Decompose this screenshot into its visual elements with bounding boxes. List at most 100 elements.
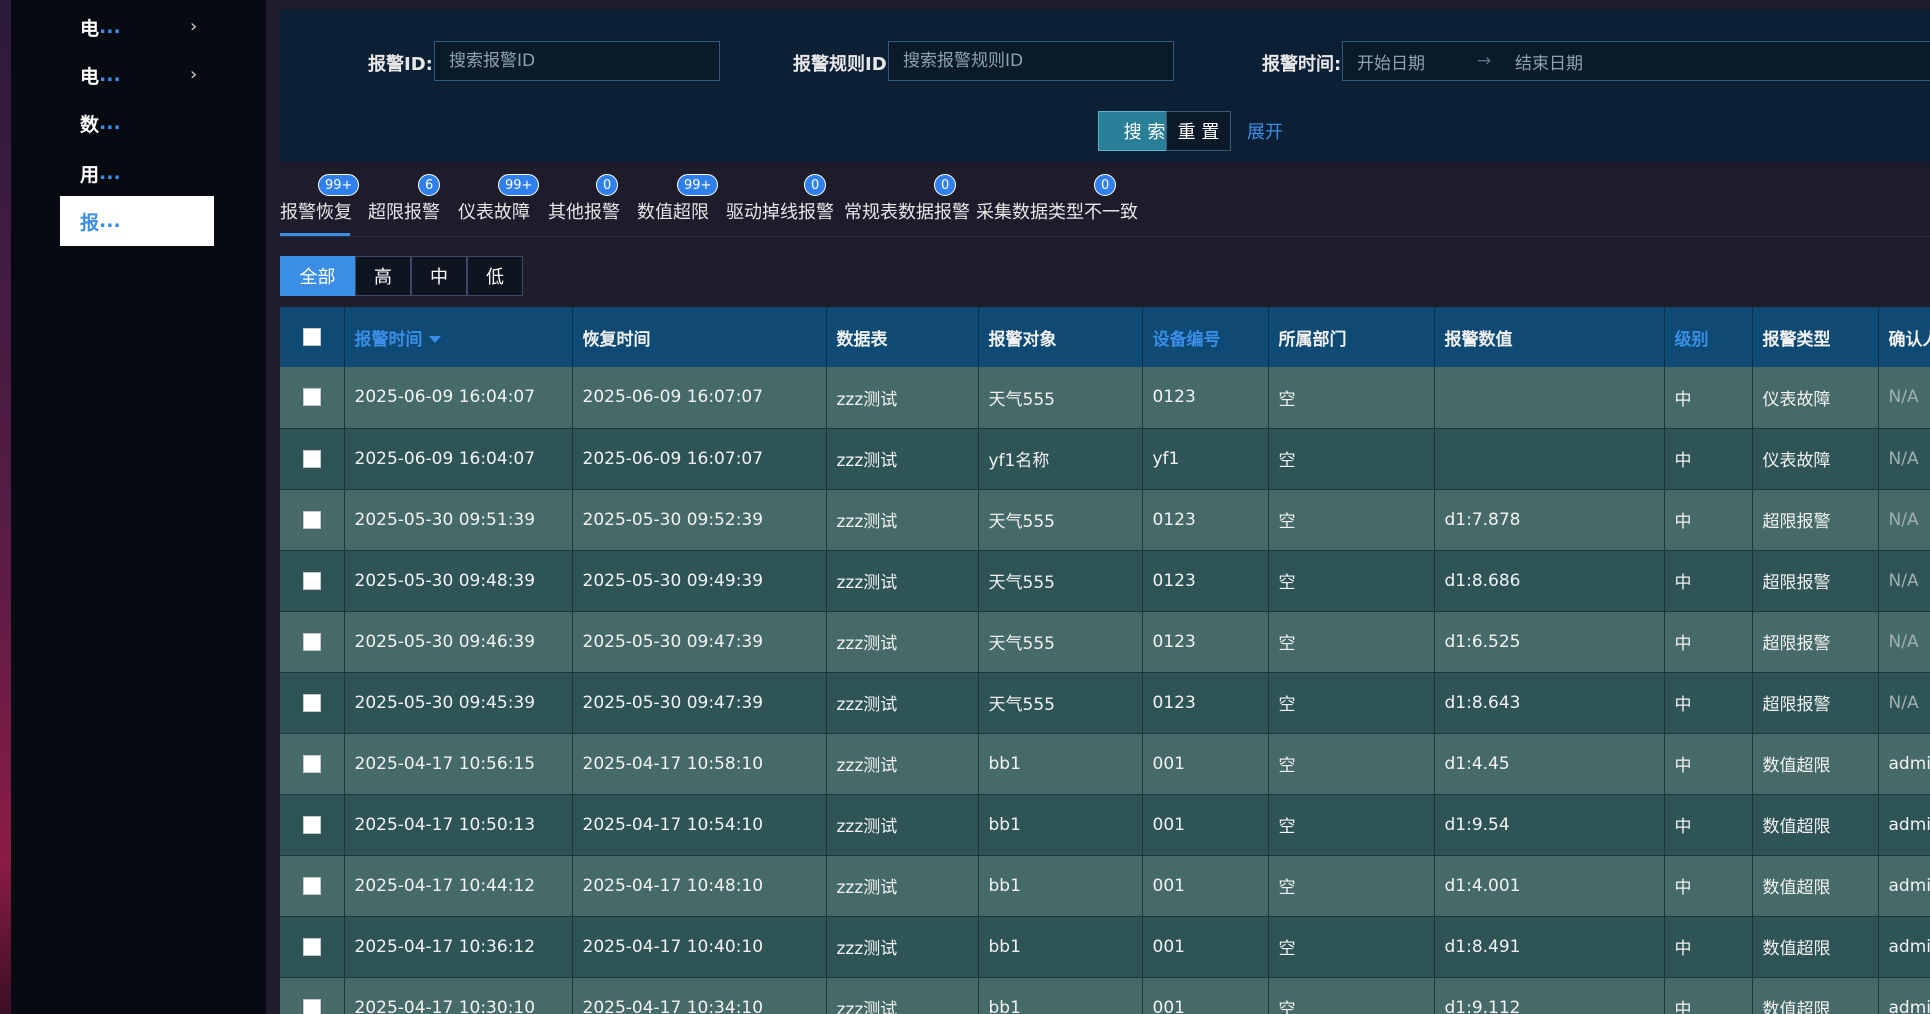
sidebar-item-2[interactable]: 电... › — [60, 50, 214, 100]
row-checkbox[interactable] — [302, 815, 321, 834]
table-cell: d1:4.001 — [1434, 855, 1665, 917]
tab-8[interactable]: 采集数据类型不一致 — [976, 198, 1138, 224]
tab-5[interactable]: 数值超限 — [637, 198, 709, 224]
chevron-right-icon: › — [190, 64, 198, 85]
tab-count-badge: 99+ — [498, 174, 540, 196]
sidebar-item-ellipsis: ... — [99, 210, 121, 232]
table-cell: 2025-05-30 09:48:39 — [344, 550, 573, 612]
column-header[interactable]: 报警时间 — [344, 307, 573, 367]
table-cell: 空 — [1268, 489, 1435, 551]
table-cell: 中 — [1664, 428, 1753, 490]
level-filter-2[interactable]: 高 — [355, 256, 411, 296]
table-row[interactable]: 2025-06-09 16:04:07 2025-06-09 16:07:07 zz… — [280, 428, 1930, 490]
table-cell: 空 — [1268, 428, 1435, 490]
table-cell: 2025-05-30 09:47:39 — [572, 672, 827, 734]
table-cell: 2025-04-17 10:56:15 — [344, 733, 573, 795]
table-cell: 0123 — [1142, 672, 1269, 734]
table-cell: bb1 — [978, 916, 1143, 978]
row-checkbox[interactable] — [302, 754, 321, 773]
table-cell: zzz测试 — [826, 550, 979, 612]
row-checkbox[interactable] — [302, 510, 321, 529]
table-cell: 2025-05-30 09:45:39 — [344, 672, 573, 734]
column-header: 数据表 — [826, 307, 979, 367]
row-checkbox[interactable] — [302, 388, 321, 407]
main-content: 报警ID: 报警规则ID: 报警时间: 开始日期 → 结束日期 搜 索 重 置 … — [266, 0, 1930, 1014]
table-cell: 空 — [1268, 550, 1435, 612]
table-cell: zzz测试 — [826, 428, 979, 490]
tab-1[interactable]: 报警恢复 — [280, 198, 352, 224]
table-cell: 2025-06-09 16:04:07 — [344, 428, 573, 490]
table-cell: 2025-05-30 09:49:39 — [572, 550, 827, 612]
row-checkbox[interactable] — [302, 937, 321, 956]
tab-7[interactable]: 常规表数据报警 — [844, 198, 970, 224]
table-cell: yf1名称 — [978, 428, 1143, 490]
table-cell: 天气555 — [978, 489, 1143, 551]
date-range-picker[interactable]: 开始日期 → 结束日期 — [1342, 41, 1930, 81]
start-date-field[interactable]: 开始日期 — [1357, 49, 1477, 74]
column-header-label: 确认人 — [1888, 329, 1930, 350]
table-cell: zzz测试 — [826, 733, 979, 795]
sidebar-item-4[interactable]: 用... — [60, 148, 214, 198]
level-filter-1[interactable]: 全部 — [280, 256, 355, 296]
table-row[interactable]: 2025-04-17 10:56:15 2025-04-17 10:58:10 zz… — [280, 733, 1930, 795]
rule-id-label: 报警规则ID: — [793, 54, 894, 75]
expand-link[interactable]: 展开 — [1245, 111, 1285, 151]
table-cell: 空 — [1268, 733, 1435, 795]
table-cell: zzz测试 — [826, 611, 979, 673]
row-select-cell — [280, 672, 345, 734]
table-cell: admin — [1878, 977, 1930, 1014]
tab-3[interactable]: 仪表故障 — [458, 198, 530, 224]
table-row[interactable]: 2025-04-17 10:44:12 2025-04-17 10:48:10 zz… — [280, 855, 1930, 917]
row-checkbox[interactable] — [302, 632, 321, 651]
table-cell: 空 — [1268, 794, 1435, 856]
sidebar-item-1[interactable]: 电... › — [60, 2, 214, 52]
table-cell: zzz测试 — [826, 855, 979, 917]
reset-button[interactable]: 重 置 — [1166, 111, 1231, 151]
table-row[interactable]: 2025-05-30 09:51:39 2025-05-30 09:52:39 zz… — [280, 489, 1930, 551]
table-cell: 2025-06-09 16:07:07 — [572, 367, 827, 429]
end-date-field[interactable]: 结束日期 — [1515, 49, 1583, 74]
sidebar-item-ellipsis: ... — [99, 16, 121, 38]
table-cell: zzz测试 — [826, 489, 979, 551]
tab-2[interactable]: 超限报警 — [368, 198, 440, 224]
table-cell: N/A — [1878, 428, 1930, 490]
table-cell: 超限报警 — [1752, 489, 1879, 551]
row-checkbox[interactable] — [302, 998, 321, 1014]
column-header-label: 设备编号 — [1152, 329, 1221, 350]
table-row[interactable]: 2025-05-30 09:46:39 2025-05-30 09:47:39 zz… — [280, 611, 1930, 673]
column-header-label: 报警类型 — [1762, 329, 1831, 350]
row-checkbox[interactable] — [302, 693, 321, 712]
table-cell: 中 — [1664, 977, 1753, 1014]
active-tab-indicator — [280, 233, 350, 236]
tab-count-badge: 0 — [596, 174, 619, 196]
sort-descending-icon[interactable] — [428, 336, 441, 343]
sidebar-item-5[interactable]: 报... — [60, 196, 214, 246]
table-cell: 超限报警 — [1752, 672, 1879, 734]
tab-6[interactable]: 驱动掉线报警 — [726, 198, 834, 224]
table-row[interactable]: 2025-04-17 10:30:10 2025-04-17 10:34:10 zz… — [280, 977, 1930, 1014]
table-row[interactable]: 2025-05-30 09:48:39 2025-05-30 09:49:39 zz… — [280, 550, 1930, 612]
level-filter-4[interactable]: 低 — [467, 256, 523, 296]
table-cell: 0123 — [1142, 611, 1269, 673]
rule-id-input[interactable] — [888, 41, 1174, 81]
select-all-checkbox[interactable] — [302, 328, 321, 346]
row-select-cell — [280, 916, 345, 978]
column-header[interactable]: 设备编号 — [1142, 307, 1269, 367]
row-checkbox[interactable] — [302, 571, 321, 590]
tab-4[interactable]: 其他报警 — [548, 198, 620, 224]
alarm-time-label: 报警时间: — [1262, 54, 1342, 75]
sidebar-item-3[interactable]: 数... — [60, 98, 214, 148]
table-row[interactable]: 2025-04-17 10:36:12 2025-04-17 10:40:10 zz… — [280, 916, 1930, 978]
row-select-cell — [280, 977, 345, 1014]
table-row[interactable]: 2025-06-09 16:04:07 2025-06-09 16:07:07 zz… — [280, 367, 1930, 429]
column-header[interactable]: 级别 — [1664, 307, 1753, 367]
row-checkbox[interactable] — [302, 449, 321, 468]
window-edge — [0, 0, 11, 1014]
level-filter-3[interactable]: 中 — [411, 256, 467, 296]
table-cell: 空 — [1268, 977, 1435, 1014]
row-checkbox[interactable] — [302, 876, 321, 895]
alarm-id-input[interactable] — [434, 41, 720, 81]
tab-count-badge: 6 — [418, 174, 441, 196]
table-row[interactable]: 2025-04-17 10:50:13 2025-04-17 10:54:10 zz… — [280, 794, 1930, 856]
table-row[interactable]: 2025-05-30 09:45:39 2025-05-30 09:47:39 zz… — [280, 672, 1930, 734]
